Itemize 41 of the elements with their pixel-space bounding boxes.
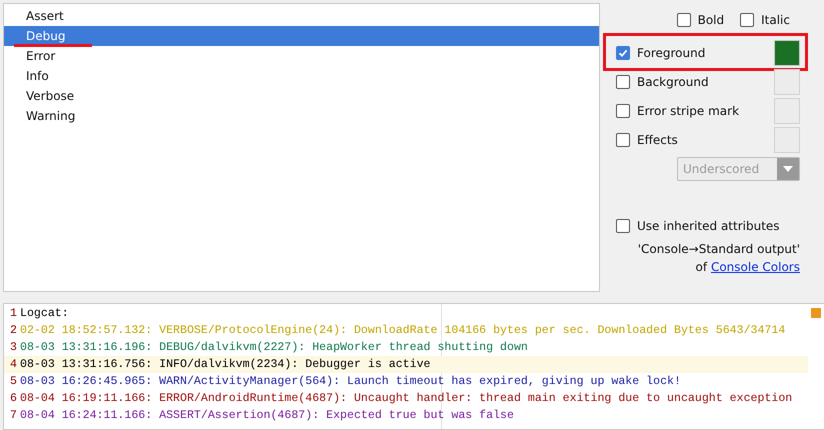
color-swatch[interactable] [774, 40, 800, 66]
checkbox[interactable] [616, 46, 630, 60]
checkbox-label: Foreground [637, 46, 706, 60]
checkbox[interactable] [740, 13, 754, 27]
line-number: 7 [9, 409, 18, 422]
checkbox[interactable] [616, 104, 630, 118]
checkbox[interactable] [616, 74, 630, 88]
checkbox-label: Error stripe mark [637, 104, 740, 118]
level-item[interactable]: Assert [4, 6, 599, 26]
inherit-source-text: 'Console→Standard output' of Console Colors [636, 241, 800, 276]
level-item[interactable]: Error [4, 46, 599, 66]
checkbox-label: Background [637, 74, 709, 88]
checkbox-label: Effects [637, 132, 678, 146]
checkbox-label: Use inherited attributes [637, 219, 780, 233]
checkbox-label: Italic [761, 13, 790, 27]
level-item[interactable]: Warning [4, 106, 599, 126]
log-line: 08-03 16:26:45.965: WARN/ActivityManager(564): Launch timeout has expired, giving up wake lock! [20, 375, 681, 388]
log-line: 08-04 16:19:11.166: ERROR/AndroidRuntime(4687): Uncaught handler: thread main exiting due to uncaught exception [20, 392, 792, 405]
level-item[interactable]: Debug [4, 26, 599, 46]
checkbox[interactable] [616, 219, 630, 233]
color-swatch[interactable] [774, 126, 800, 152]
line-number: 1 [9, 307, 18, 320]
caret-icon [777, 158, 799, 180]
checkbox[interactable] [616, 132, 630, 146]
line-number: 5 [9, 375, 18, 388]
log-line: 08-03 13:31:16.196: DEBUG/dalvikvm(2227): HeapWorker thread shutting down [20, 341, 528, 354]
line-number: 4 [9, 358, 18, 371]
level-item[interactable]: Verbose [4, 86, 599, 106]
level-item[interactable]: Info [4, 66, 599, 86]
log-line: 08-03 13:31:16.756: INFO/dalvikvm(2234): Debugger is active [20, 358, 430, 371]
line-number: 6 [9, 392, 18, 405]
checkbox-label: Bold [698, 13, 724, 27]
color-swatch[interactable] [774, 68, 800, 94]
console-colors-link[interactable]: Console Colors [710, 260, 800, 274]
line-number: 2 [9, 324, 18, 337]
color-swatch[interactable] [774, 98, 800, 124]
line-number: 3 [9, 341, 18, 354]
log-line: 08-04 16:24:11.166: ASSERT/Assertion(4687): Expected true but was false [20, 409, 514, 422]
log-line: Logcat: [20, 307, 69, 320]
checkbox[interactable] [676, 13, 691, 27]
log-line: 02-02 18:52:57.132: VERBOSE/ProtocolEngine(24): DownloadRate 104166 bytes per sec. Downloaded Bytes 5643/34714 [20, 324, 786, 337]
